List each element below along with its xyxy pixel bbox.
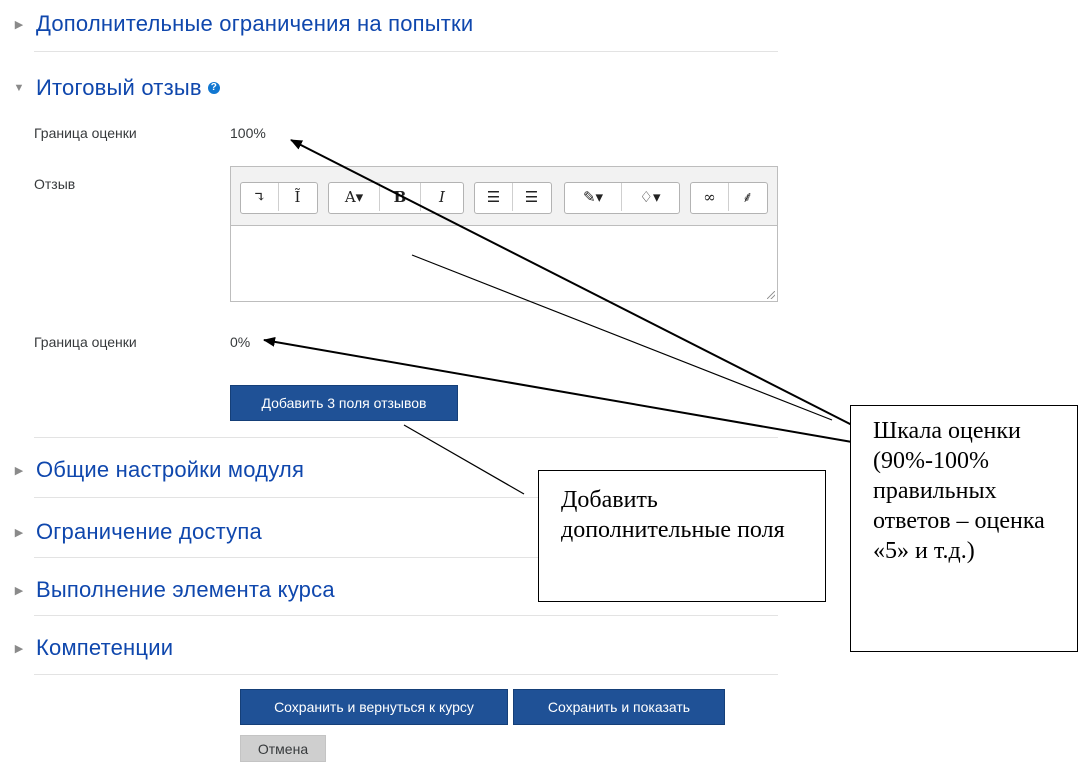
annotation-grade-scale: Шкала оценки (90%-100% правильных ответо…: [850, 405, 1078, 652]
arrow-to-100: [290, 139, 853, 426]
annotation-add-fields: Добавить дополнительные поля: [538, 470, 826, 602]
line-editor: [411, 254, 833, 421]
line-add-button: [403, 424, 525, 495]
annotation-text: Добавить дополнительные поля: [561, 487, 785, 543]
arrow-to-0: [263, 336, 853, 443]
annotation-text: Шкала оценки (90%-100% правильных ответо…: [873, 418, 1045, 564]
